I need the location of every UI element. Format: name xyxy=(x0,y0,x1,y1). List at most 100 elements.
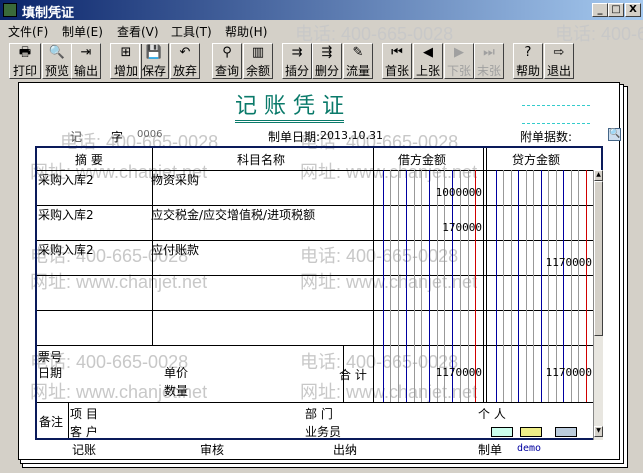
summary-cell[interactable]: 采购入库2 xyxy=(38,171,94,188)
header-account: 科目名称 xyxy=(237,153,286,167)
next-icon: ▶ xyxy=(454,45,464,60)
summary-cell[interactable]: 采购入库2 xyxy=(38,241,94,258)
prev-icon: ◀ xyxy=(423,45,433,60)
debit-cell[interactable]: 1000000 xyxy=(410,186,482,199)
menu-tools[interactable]: 工具(T) xyxy=(171,23,212,40)
credit-cell[interactable]: 1170000 xyxy=(515,256,592,269)
table-row[interactable]: 采购入库2 应付账款 1170000 xyxy=(37,240,593,275)
bookkeeping-label: 记账 xyxy=(72,443,97,457)
printer-icon: 🖶 xyxy=(18,45,32,60)
header-summary: 摘 要 xyxy=(75,153,103,167)
toolbar-button-5[interactable]: ↶ 放弃 xyxy=(170,43,200,79)
account-cell[interactable]: 应付账款 xyxy=(151,241,199,258)
toolbar-button-12[interactable]: ◀ 上张 xyxy=(413,43,443,79)
toolbar-button-13[interactable]: ▶ 下张 xyxy=(444,43,474,79)
total-label: 合 计 xyxy=(339,368,367,382)
toolbar-label: 删分 xyxy=(314,64,339,78)
row-divider xyxy=(37,345,593,346)
vertical-scrollbar[interactable]: ▲ ▼ xyxy=(593,170,603,440)
project-label: 项 目 xyxy=(70,407,98,421)
remark-divider xyxy=(37,402,593,403)
toolbar-label: 查询 xyxy=(214,64,239,78)
toolbar-button-10[interactable]: ✎ 流量 xyxy=(343,43,373,79)
close-button[interactable]: X xyxy=(625,3,641,17)
undo-icon: ↶ xyxy=(179,45,191,60)
note-icon[interactable] xyxy=(491,427,513,437)
maker-label: 制单 xyxy=(478,443,503,457)
toolbar-label: 退出 xyxy=(546,64,571,78)
dotted-line xyxy=(522,105,590,106)
card-icon[interactable] xyxy=(520,427,542,437)
date-label: 制单日期: xyxy=(268,130,321,144)
toolbar-button-3[interactable]: ⊞ 增加 xyxy=(110,43,142,79)
header-credit: 贷方金额 xyxy=(512,153,561,167)
total-debit: 1170000 xyxy=(435,366,482,379)
watermark-phone: 电话: 400-665-0028 xyxy=(555,24,643,44)
toolbar-button-6[interactable]: ⚲ 查询 xyxy=(212,43,242,79)
price-label: 单价 xyxy=(164,366,189,380)
table-row[interactable] xyxy=(37,310,593,345)
toolbar-label: 放弃 xyxy=(172,64,197,78)
account-cell[interactable]: 物资采购 xyxy=(151,171,199,188)
debit-cell[interactable]: 170000 xyxy=(410,221,482,234)
chart-icon: ▥ xyxy=(251,45,265,60)
menu-voucher[interactable]: 制单(E) xyxy=(62,23,103,40)
toolbar-label: 预览 xyxy=(44,64,69,78)
scroll-up-button[interactable]: ▲ xyxy=(594,170,603,181)
toolbar-button-8[interactable]: ⇉ 插分 xyxy=(282,43,312,79)
tool-icon[interactable] xyxy=(555,427,577,437)
watermark-phone: 电话: 400-665-0028 xyxy=(295,24,454,44)
save-icon: 💾 xyxy=(145,45,163,60)
summary-cell[interactable]: 采购入库2 xyxy=(38,206,94,223)
person-label: 个 人 xyxy=(478,407,506,421)
table-row[interactable]: 采购入库2 应交税金/应交增值税/进项税额 170000 xyxy=(37,205,593,240)
table-row[interactable]: 采购入库2 物资采购 1000000 xyxy=(37,170,593,205)
help-icon: ? xyxy=(524,45,532,60)
audit-label: 审核 xyxy=(200,443,225,457)
menu-file[interactable]: 文件(F) xyxy=(8,23,48,40)
toolbar-button-15[interactable]: ? 帮助 xyxy=(513,43,543,79)
ticket-label: 票号 xyxy=(38,350,63,364)
scroll-down-button[interactable]: ▼ xyxy=(594,426,603,437)
account-cell[interactable]: 应交税金/应交增值税/进项税额 xyxy=(151,206,315,223)
toolbar-label: 插分 xyxy=(284,64,309,78)
minimize-button[interactable]: _ xyxy=(592,3,608,17)
scroll-thumb[interactable] xyxy=(594,181,603,336)
toolbar-label: 余额 xyxy=(245,64,270,78)
date2-label: 日期 xyxy=(38,366,63,380)
app-icon xyxy=(3,3,17,17)
total-credit: 1170000 xyxy=(545,366,592,379)
toolbar-button-1[interactable]: 🔍 预览 xyxy=(42,43,72,79)
toolbar-button-9[interactable]: ⇶ 删分 xyxy=(312,43,342,79)
toolbar-label: 上张 xyxy=(415,64,440,78)
toolbar-label: 帮助 xyxy=(515,64,540,78)
toolbar-label: 增加 xyxy=(113,64,138,78)
dept-label: 部 门 xyxy=(305,407,333,421)
toolbar-button-0[interactable]: 🖶 打印 xyxy=(9,43,41,79)
voucher-date[interactable]: 2013.10.31 xyxy=(320,129,383,142)
toolbar-label: 末张 xyxy=(476,64,501,78)
toolbar-button-11[interactable]: ⏮ 首张 xyxy=(382,43,412,79)
toolbar-button-16[interactable]: ⇨ 退出 xyxy=(544,43,574,79)
voucher-number[interactable]: 0006 xyxy=(137,129,162,140)
qty-label: 数量 xyxy=(164,384,189,398)
delete-row-icon: ⇶ xyxy=(321,45,333,60)
customer-label: 客 户 xyxy=(70,425,98,439)
maximize-button[interactable]: □ xyxy=(608,3,624,17)
insert-row-icon: ⇉ xyxy=(291,45,303,60)
toolbar-label: 首张 xyxy=(384,64,409,78)
magnifier-icon[interactable]: 🔍 xyxy=(608,128,621,141)
maker-name: demo xyxy=(517,443,542,454)
toolbar-label: 流量 xyxy=(345,64,370,78)
remark-label: 备注 xyxy=(39,415,64,429)
window-title: 填制凭证 xyxy=(22,6,75,21)
toolbar-button-7[interactable]: ▥ 余额 xyxy=(243,43,273,79)
toolbar-button-2[interactable]: ⇥ 输出 xyxy=(71,43,101,79)
toolbar-button-4[interactable]: 💾 保存 xyxy=(139,43,169,79)
voucher-type[interactable]: 记 xyxy=(70,128,82,145)
table-row[interactable] xyxy=(37,275,593,310)
toolbar-button-14[interactable]: ⏭ 末张 xyxy=(474,43,504,79)
menu-help[interactable]: 帮助(H) xyxy=(225,23,267,40)
menu-view[interactable]: 查看(V) xyxy=(117,23,159,40)
cashier-label: 出纳 xyxy=(333,443,358,457)
